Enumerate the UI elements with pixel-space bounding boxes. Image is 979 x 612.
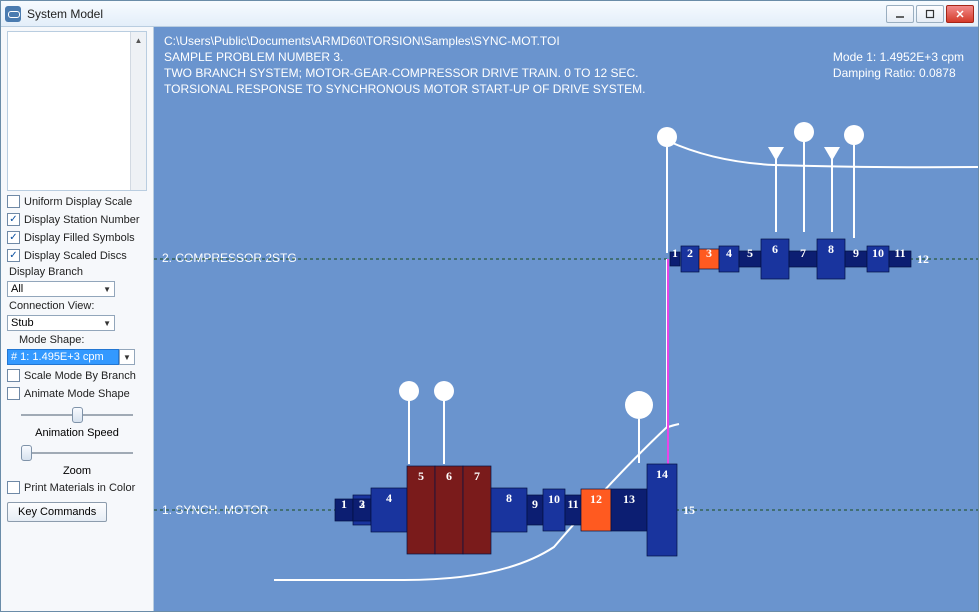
zoom-slider[interactable]: [17, 444, 137, 462]
titlebar[interactable]: System Model: [1, 1, 978, 27]
svg-text:9: 9: [532, 497, 538, 511]
print-materials-checkbox[interactable]: Print Materials in Color: [7, 480, 147, 495]
chevron-down-icon: ▼: [123, 353, 131, 362]
svg-text:12: 12: [590, 492, 602, 506]
listbox-scrollbar[interactable]: ▲: [130, 32, 146, 190]
svg-text:6: 6: [772, 242, 778, 256]
svg-text:5: 5: [418, 469, 424, 483]
svg-text:12: 12: [917, 252, 929, 266]
svg-text:7: 7: [474, 469, 480, 483]
svg-text:13: 13: [623, 492, 635, 506]
animation-speed-label: Animation Speed: [7, 427, 147, 439]
checkbox-icon: ✓: [7, 231, 20, 244]
select-value: Stub: [11, 317, 34, 329]
mode-shape-dropdown-button[interactable]: ▼: [119, 349, 135, 365]
checkbox-icon: [7, 481, 20, 494]
svg-text:1: 1: [672, 246, 678, 260]
animation-speed-slider[interactable]: [17, 406, 137, 424]
checkbox-icon: [7, 369, 20, 382]
svg-text:8: 8: [828, 242, 834, 256]
svg-text:8: 8: [506, 491, 512, 505]
filled-symbols-checkbox[interactable]: ✓ Display Filled Symbols: [7, 230, 147, 245]
sidebar: ▲ Uniform Display Scale ✓ Display Statio…: [1, 27, 154, 611]
svg-text:2: 2: [687, 246, 693, 260]
checkbox-label: Uniform Display Scale: [24, 196, 132, 208]
item-listbox[interactable]: ▲: [7, 31, 147, 191]
svg-text:7: 7: [800, 246, 806, 260]
svg-text:3: 3: [359, 497, 365, 511]
select-value: All: [11, 283, 23, 295]
minimize-button[interactable]: [886, 5, 914, 23]
branch-select[interactable]: All ▼: [7, 281, 115, 297]
svg-text:15: 15: [683, 503, 695, 517]
checkbox-icon: [7, 387, 20, 400]
key-commands-button[interactable]: Key Commands: [7, 502, 107, 522]
scroll-up-icon[interactable]: ▲: [131, 32, 146, 48]
checkbox-label: Display Filled Symbols: [24, 232, 135, 244]
branch-label: Display Branch: [7, 266, 147, 278]
svg-text:6: 6: [446, 469, 452, 483]
svg-text:4: 4: [726, 246, 732, 260]
checkbox-icon: ✓: [7, 249, 20, 262]
animate-mode-shape-checkbox[interactable]: Animate Mode Shape: [7, 386, 147, 401]
maximize-button[interactable]: [916, 5, 944, 23]
scaled-discs-checkbox[interactable]: ✓ Display Scaled Discs: [7, 248, 147, 263]
app-icon: [5, 6, 21, 22]
app-window: System Model ▲ Uniform Display: [0, 0, 979, 612]
checkbox-label: Print Materials in Color: [24, 482, 135, 494]
svg-text:11: 11: [894, 246, 905, 260]
svg-text:14: 14: [656, 467, 668, 481]
checkbox-icon: ✓: [7, 213, 20, 226]
svg-text:10: 10: [872, 246, 884, 260]
checkbox-label: Display Scaled Discs: [24, 250, 127, 262]
window-title: System Model: [27, 7, 886, 21]
checkbox-label: Scale Mode By Branch: [24, 370, 136, 382]
select-value: # 1: 1.495E+3 cpm: [11, 351, 104, 363]
connection-view-select[interactable]: Stub ▼: [7, 315, 115, 331]
checkbox-icon: [7, 195, 20, 208]
uniform-scale-checkbox[interactable]: Uniform Display Scale: [7, 194, 147, 209]
chevron-down-icon: ▼: [103, 319, 111, 328]
svg-text:4: 4: [386, 491, 392, 505]
svg-text:9: 9: [853, 246, 859, 260]
svg-text:5: 5: [747, 246, 753, 260]
connection-view-label: Connection View:: [7, 300, 147, 312]
svg-text:3: 3: [706, 246, 712, 260]
svg-text:11: 11: [567, 497, 578, 511]
checkbox-label: Display Station Number: [24, 214, 140, 226]
svg-text:1: 1: [341, 497, 347, 511]
station-number-checkbox[interactable]: ✓ Display Station Number: [7, 212, 147, 227]
close-button[interactable]: [946, 5, 974, 23]
mode-shape-label: Mode Shape:: [7, 334, 147, 346]
scale-mode-by-branch-checkbox[interactable]: Scale Mode By Branch: [7, 368, 147, 383]
chevron-down-icon: ▼: [103, 285, 111, 294]
model-viewport[interactable]: C:\Users\Public\Documents\ARMD60\TORSION…: [154, 27, 978, 611]
checkbox-label: Animate Mode Shape: [24, 388, 130, 400]
zoom-label: Zoom: [7, 465, 147, 477]
mode-shape-select[interactable]: # 1: 1.495E+3 cpm: [7, 349, 119, 365]
svg-text:10: 10: [548, 492, 560, 506]
model-diagram: 123456789101112131415123456789101112: [154, 27, 978, 611]
